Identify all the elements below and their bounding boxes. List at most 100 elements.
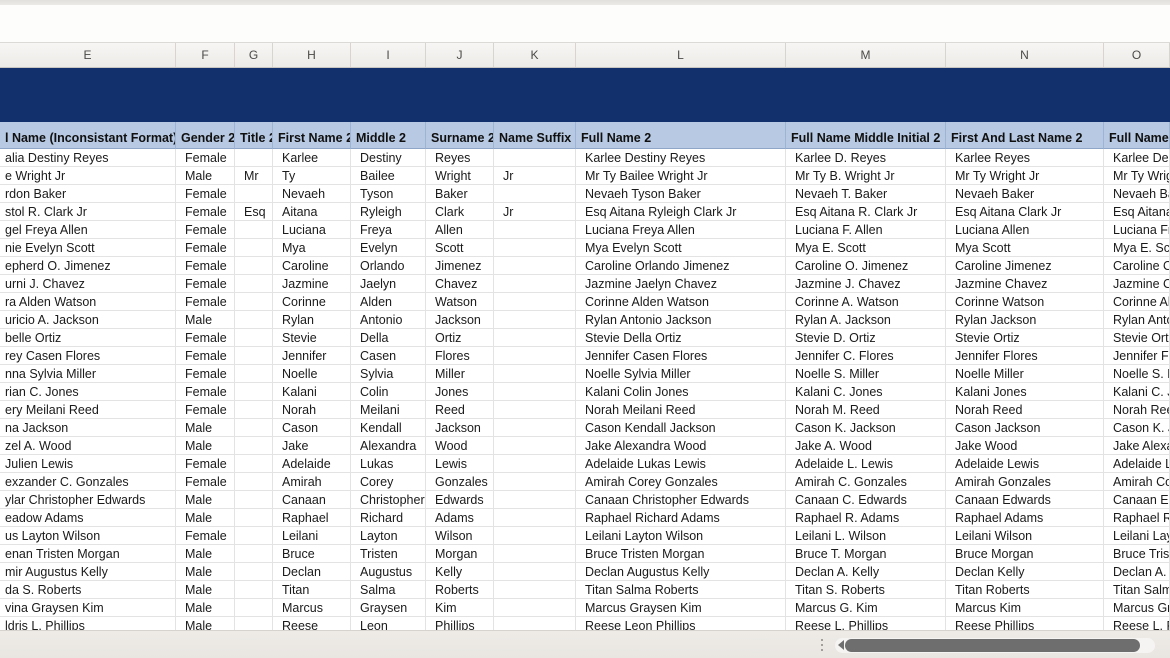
cell-n15[interactable]: Norah Reed: [946, 401, 1104, 418]
cell-l13[interactable]: Noelle Sylvia Miller: [576, 365, 786, 382]
cell-h17[interactable]: Jake: [273, 437, 351, 454]
cell-e14[interactable]: rian C. Jones: [0, 383, 176, 400]
cell-f24[interactable]: Male: [176, 563, 235, 580]
cell-o13[interactable]: Noelle S. M: [1104, 365, 1170, 382]
cell-m16[interactable]: Cason K. Jackson: [786, 419, 946, 436]
cell-k18[interactable]: [494, 455, 576, 472]
cell-i7[interactable]: Orlando: [351, 257, 426, 274]
cell-n6[interactable]: Mya Scott: [946, 239, 1104, 256]
cell-f20[interactable]: Male: [176, 491, 235, 508]
cell-k25[interactable]: [494, 581, 576, 598]
cell-h12[interactable]: Jennifer: [273, 347, 351, 364]
cell-n23[interactable]: Bruce Morgan: [946, 545, 1104, 562]
cell-k22[interactable]: [494, 527, 576, 544]
table-row[interactable]: ylar Christopher Edwards Male Canaan Christ…: [0, 491, 1170, 509]
cell-j23[interactable]: Morgan: [426, 545, 494, 562]
cell-f21[interactable]: Male: [176, 509, 235, 526]
cell-n9[interactable]: Corinne Watson: [946, 293, 1104, 310]
cell-g19[interactable]: [235, 473, 273, 490]
cell-j26[interactable]: Kim: [426, 599, 494, 616]
cell-m13[interactable]: Noelle S. Miller: [786, 365, 946, 382]
cell-l6[interactable]: Mya Evelyn Scott: [576, 239, 786, 256]
cell-i18[interactable]: Lukas: [351, 455, 426, 472]
cell-g18[interactable]: [235, 455, 273, 472]
cell-e2[interactable]: e Wright Jr: [0, 167, 176, 184]
cell-j21[interactable]: Adams: [426, 509, 494, 526]
cell-l3[interactable]: Nevaeh Tyson Baker: [576, 185, 786, 202]
cell-n13[interactable]: Noelle Miller: [946, 365, 1104, 382]
cell-i10[interactable]: Antonio: [351, 311, 426, 328]
cell-h15[interactable]: Norah: [273, 401, 351, 418]
cell-j18[interactable]: Lewis: [426, 455, 494, 472]
cell-o2[interactable]: Mr Ty Wrigh: [1104, 167, 1170, 184]
cell-l2[interactable]: Mr Ty Bailee Wright Jr: [576, 167, 786, 184]
table-row[interactable]: uricio A. Jackson Male Rylan Antonio Jackson…: [0, 311, 1170, 329]
cell-h23[interactable]: Bruce: [273, 545, 351, 562]
cell-k26[interactable]: [494, 599, 576, 616]
cell-l17[interactable]: Jake Alexandra Wood: [576, 437, 786, 454]
cell-i3[interactable]: Tyson: [351, 185, 426, 202]
cell-f16[interactable]: Male: [176, 419, 235, 436]
column-letter-j[interactable]: J: [426, 43, 494, 67]
cell-g15[interactable]: [235, 401, 273, 418]
cell-k27[interactable]: [494, 617, 576, 630]
cell-h19[interactable]: Amirah: [273, 473, 351, 490]
cell-n14[interactable]: Kalani Jones: [946, 383, 1104, 400]
cell-h24[interactable]: Declan: [273, 563, 351, 580]
cell-n20[interactable]: Canaan Edwards: [946, 491, 1104, 508]
cell-k3[interactable]: [494, 185, 576, 202]
cell-l1[interactable]: Karlee Destiny Reyes: [576, 149, 786, 166]
table-row[interactable]: belle Ortiz Female Stevie Della Ortiz Stevie …: [0, 329, 1170, 347]
table-row[interactable]: enan Tristen Morgan Male Bruce Tristen Morga…: [0, 545, 1170, 563]
cell-e1[interactable]: alia Destiny Reyes: [0, 149, 176, 166]
table-row[interactable]: gel Freya Allen Female Luciana Freya Allen Lu…: [0, 221, 1170, 239]
cell-j20[interactable]: Edwards: [426, 491, 494, 508]
cell-k15[interactable]: [494, 401, 576, 418]
table-row[interactable]: mir Augustus Kelly Male Declan Augustus Kell…: [0, 563, 1170, 581]
cell-o25[interactable]: Titan Salma: [1104, 581, 1170, 598]
cell-e26[interactable]: vina Graysen Kim: [0, 599, 176, 616]
cell-f9[interactable]: Female: [176, 293, 235, 310]
cell-h22[interactable]: Leilani: [273, 527, 351, 544]
cell-f10[interactable]: Male: [176, 311, 235, 328]
cell-g3[interactable]: [235, 185, 273, 202]
cell-m26[interactable]: Marcus G. Kim: [786, 599, 946, 616]
table-row[interactable]: nna Sylvia Miller Female Noelle Sylvia Mille…: [0, 365, 1170, 383]
cell-o5[interactable]: Luciana Frey: [1104, 221, 1170, 238]
cell-g8[interactable]: [235, 275, 273, 292]
cell-j5[interactable]: Allen: [426, 221, 494, 238]
table-row[interactable]: epherd O. Jimenez Female Caroline Orlando Ji…: [0, 257, 1170, 275]
cell-k11[interactable]: [494, 329, 576, 346]
cell-e20[interactable]: ylar Christopher Edwards: [0, 491, 176, 508]
cell-f7[interactable]: Female: [176, 257, 235, 274]
cell-j11[interactable]: Ortiz: [426, 329, 494, 346]
cell-m24[interactable]: Declan A. Kelly: [786, 563, 946, 580]
cell-e23[interactable]: enan Tristen Morgan: [0, 545, 176, 562]
cell-e12[interactable]: rey Casen Flores: [0, 347, 176, 364]
cell-o22[interactable]: Leilani Layto: [1104, 527, 1170, 544]
cell-o6[interactable]: Mya E. Scott: [1104, 239, 1170, 256]
cell-g14[interactable]: [235, 383, 273, 400]
cell-l20[interactable]: Canaan Christopher Edwards: [576, 491, 786, 508]
cell-j22[interactable]: Wilson: [426, 527, 494, 544]
table-row[interactable]: zel A. Wood Male Jake Alexandra Wood Jake Ale…: [0, 437, 1170, 455]
table-row[interactable]: vina Graysen Kim Male Marcus Graysen Kim Marc…: [0, 599, 1170, 617]
cell-i25[interactable]: Salma: [351, 581, 426, 598]
cell-m25[interactable]: Titan S. Roberts: [786, 581, 946, 598]
cell-l23[interactable]: Bruce Tristen Morgan: [576, 545, 786, 562]
cell-f6[interactable]: Female: [176, 239, 235, 256]
cell-g6[interactable]: [235, 239, 273, 256]
cell-j27[interactable]: Phillips: [426, 617, 494, 630]
cell-f13[interactable]: Female: [176, 365, 235, 382]
cell-o21[interactable]: Raphael R. A: [1104, 509, 1170, 526]
cell-i19[interactable]: Corey: [351, 473, 426, 490]
cell-j6[interactable]: Scott: [426, 239, 494, 256]
cell-o26[interactable]: Marcus Gray: [1104, 599, 1170, 616]
cell-e22[interactable]: us Layton Wilson: [0, 527, 176, 544]
cell-m8[interactable]: Jazmine J. Chavez: [786, 275, 946, 292]
cell-f2[interactable]: Male: [176, 167, 235, 184]
table-row[interactable]: rian C. Jones Female Kalani Colin Jones Kalan…: [0, 383, 1170, 401]
cell-k4[interactable]: Jr: [494, 203, 576, 220]
cell-e5[interactable]: gel Freya Allen: [0, 221, 176, 238]
cell-g20[interactable]: [235, 491, 273, 508]
